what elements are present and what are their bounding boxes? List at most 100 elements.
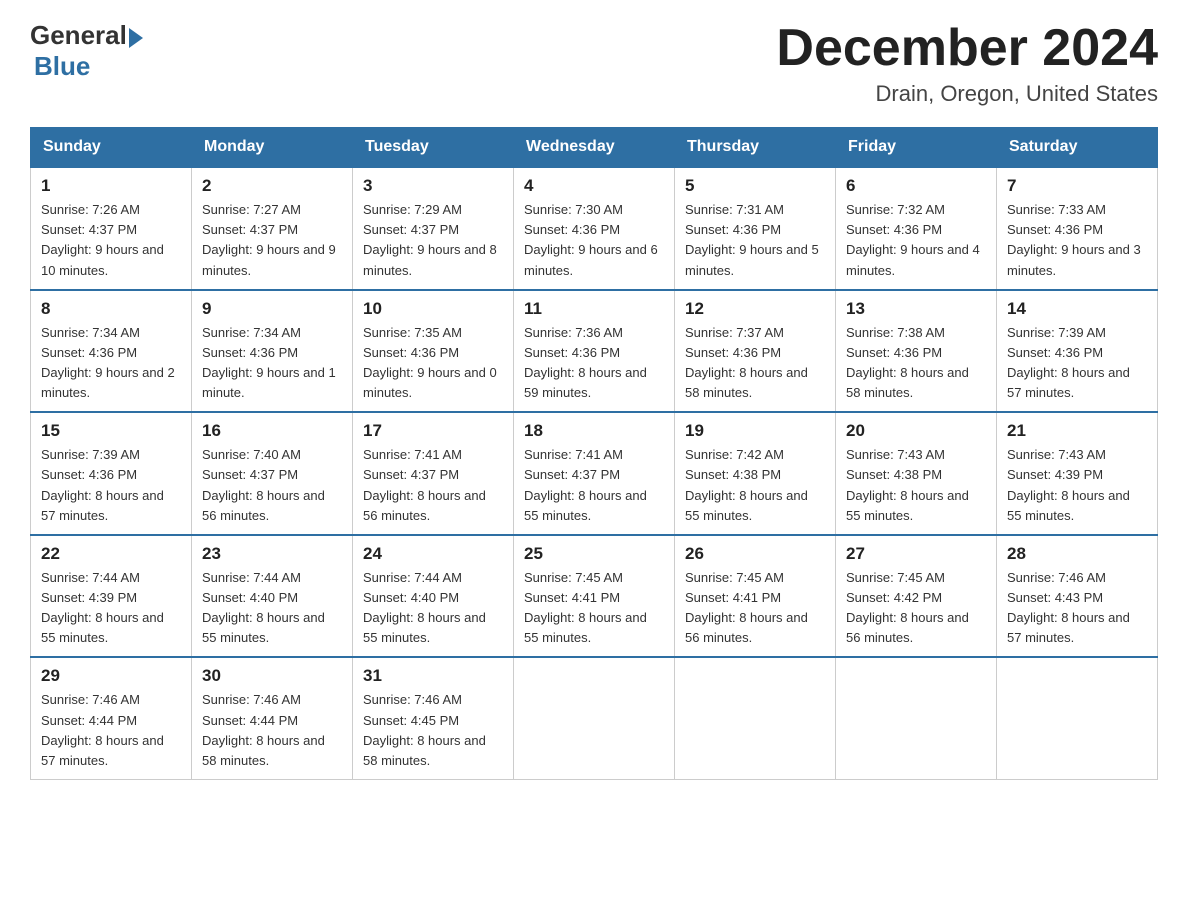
calendar-cell: 20 Sunrise: 7:43 AMSunset: 4:38 PMDayligh… bbox=[836, 412, 997, 535]
calendar-cell: 30 Sunrise: 7:46 AMSunset: 4:44 PMDayligh… bbox=[192, 657, 353, 779]
calendar-cell: 9Sunrise: 7:34 AMSunset: 4:36 PMDaylight… bbox=[192, 290, 353, 413]
day-info: Sunrise: 7:41 AMSunset: 4:37 PMDaylight:… bbox=[524, 445, 664, 526]
calendar-cell: 23 Sunrise: 7:44 AMSunset: 4:40 PMDayligh… bbox=[192, 535, 353, 658]
day-number: 30 bbox=[202, 666, 342, 686]
calendar-cell: 3Sunrise: 7:29 AMSunset: 4:37 PMDaylight… bbox=[353, 167, 514, 290]
col-monday: Monday bbox=[192, 128, 353, 168]
day-number: 17 bbox=[363, 421, 503, 441]
day-info: Sunrise: 7:27 AMSunset: 4:37 PMDaylight:… bbox=[202, 200, 342, 281]
calendar-week-2: 8 Sunrise: 7:34 AMSunset: 4:36 PMDaylight… bbox=[31, 290, 1158, 413]
title-area: December 2024 Drain, Oregon, United Stat… bbox=[776, 20, 1158, 107]
calendar-week-1: 1 Sunrise: 7:26 AMSunset: 4:37 PMDaylight… bbox=[31, 167, 1158, 290]
calendar-cell: 26Sunrise: 7:45 AMSunset: 4:41 PMDayligh… bbox=[675, 535, 836, 658]
day-info: Sunrise: 7:44 AMSunset: 4:40 PMDaylight:… bbox=[363, 568, 503, 649]
calendar-cell: 13Sunrise: 7:38 AMSunset: 4:36 PMDayligh… bbox=[836, 290, 997, 413]
calendar-week-4: 22 Sunrise: 7:44 AMSunset: 4:39 PMDayligh… bbox=[31, 535, 1158, 658]
calendar-cell: 24 Sunrise: 7:44 AMSunset: 4:40 PMDayligh… bbox=[353, 535, 514, 658]
calendar-cell: 2 Sunrise: 7:27 AMSunset: 4:37 PMDaylight… bbox=[192, 167, 353, 290]
page-header: General Blue December 2024 Drain, Oregon… bbox=[30, 20, 1158, 107]
day-info: Sunrise: 7:46 AMSunset: 4:45 PMDaylight:… bbox=[363, 690, 503, 771]
day-info: Sunrise: 7:44 AMSunset: 4:40 PMDaylight:… bbox=[202, 568, 342, 649]
calendar-cell bbox=[514, 657, 675, 779]
day-info: Sunrise: 7:40 AMSunset: 4:37 PMDaylight:… bbox=[202, 445, 342, 526]
day-number: 6 bbox=[846, 176, 986, 196]
day-info: Sunrise: 7:46 AMSunset: 4:43 PMDaylight:… bbox=[1007, 568, 1147, 649]
calendar-week-3: 15 Sunrise: 7:39 AMSunset: 4:36 PMDayligh… bbox=[31, 412, 1158, 535]
day-number: 3 bbox=[363, 176, 503, 196]
day-number: 29 bbox=[41, 666, 181, 686]
day-number: 12 bbox=[685, 299, 825, 319]
calendar-cell: 15 Sunrise: 7:39 AMSunset: 4:36 PMDayligh… bbox=[31, 412, 192, 535]
calendar-cell: 18 Sunrise: 7:41 AMSunset: 4:37 PMDayligh… bbox=[514, 412, 675, 535]
calendar-cell: 10Sunrise: 7:35 AMSunset: 4:36 PMDayligh… bbox=[353, 290, 514, 413]
day-number: 11 bbox=[524, 299, 664, 319]
day-number: 15 bbox=[41, 421, 181, 441]
calendar-cell: 19Sunrise: 7:42 AMSunset: 4:38 PMDayligh… bbox=[675, 412, 836, 535]
calendar-cell: 4 Sunrise: 7:30 AMSunset: 4:36 PMDaylight… bbox=[514, 167, 675, 290]
month-title: December 2024 bbox=[776, 20, 1158, 77]
calendar-cell: 27 Sunrise: 7:45 AMSunset: 4:42 PMDayligh… bbox=[836, 535, 997, 658]
day-info: Sunrise: 7:41 AMSunset: 4:37 PMDaylight:… bbox=[363, 445, 503, 526]
col-thursday: Thursday bbox=[675, 128, 836, 168]
col-tuesday: Tuesday bbox=[353, 128, 514, 168]
day-number: 18 bbox=[524, 421, 664, 441]
calendar-cell: 8 Sunrise: 7:34 AMSunset: 4:36 PMDaylight… bbox=[31, 290, 192, 413]
logo-general-text: General bbox=[30, 20, 127, 51]
calendar-cell: 6 Sunrise: 7:32 AMSunset: 4:36 PMDaylight… bbox=[836, 167, 997, 290]
day-info: Sunrise: 7:45 AMSunset: 4:42 PMDaylight:… bbox=[846, 568, 986, 649]
day-number: 14 bbox=[1007, 299, 1147, 319]
day-number: 4 bbox=[524, 176, 664, 196]
calendar-cell: 22 Sunrise: 7:44 AMSunset: 4:39 PMDayligh… bbox=[31, 535, 192, 658]
day-number: 20 bbox=[846, 421, 986, 441]
calendar-cell: 5 Sunrise: 7:31 AMSunset: 4:36 PMDaylight… bbox=[675, 167, 836, 290]
day-info: Sunrise: 7:43 AMSunset: 4:39 PMDaylight:… bbox=[1007, 445, 1147, 526]
calendar-week-5: 29 Sunrise: 7:46 AMSunset: 4:44 PMDayligh… bbox=[31, 657, 1158, 779]
day-number: 2 bbox=[202, 176, 342, 196]
day-number: 7 bbox=[1007, 176, 1147, 196]
calendar-cell: 16Sunrise: 7:40 AMSunset: 4:37 PMDayligh… bbox=[192, 412, 353, 535]
day-info: Sunrise: 7:39 AMSunset: 4:36 PMDaylight:… bbox=[41, 445, 181, 526]
day-number: 10 bbox=[363, 299, 503, 319]
day-info: Sunrise: 7:39 AMSunset: 4:36 PMDaylight:… bbox=[1007, 323, 1147, 404]
day-info: Sunrise: 7:44 AMSunset: 4:39 PMDaylight:… bbox=[41, 568, 181, 649]
calendar-cell: 7 Sunrise: 7:33 AMSunset: 4:36 PMDaylight… bbox=[997, 167, 1158, 290]
day-number: 27 bbox=[846, 544, 986, 564]
day-number: 23 bbox=[202, 544, 342, 564]
day-number: 22 bbox=[41, 544, 181, 564]
calendar-cell bbox=[675, 657, 836, 779]
day-info: Sunrise: 7:32 AMSunset: 4:36 PMDaylight:… bbox=[846, 200, 986, 281]
day-number: 21 bbox=[1007, 421, 1147, 441]
calendar-cell bbox=[836, 657, 997, 779]
logo-arrow-icon bbox=[129, 28, 143, 48]
col-friday: Friday bbox=[836, 128, 997, 168]
calendar-cell: 14 Sunrise: 7:39 AMSunset: 4:36 PMDayligh… bbox=[997, 290, 1158, 413]
calendar-cell: 11 Sunrise: 7:36 AMSunset: 4:36 PMDayligh… bbox=[514, 290, 675, 413]
logo-blue-text: Blue bbox=[34, 51, 90, 82]
day-number: 24 bbox=[363, 544, 503, 564]
day-number: 9 bbox=[202, 299, 342, 319]
calendar-cell: 25Sunrise: 7:45 AMSunset: 4:41 PMDayligh… bbox=[514, 535, 675, 658]
calendar-cell bbox=[997, 657, 1158, 779]
day-info: Sunrise: 7:30 AMSunset: 4:36 PMDaylight:… bbox=[524, 200, 664, 281]
calendar-cell: 29Sunrise: 7:46 AMSunset: 4:44 PMDayligh… bbox=[31, 657, 192, 779]
day-info: Sunrise: 7:46 AMSunset: 4:44 PMDaylight:… bbox=[202, 690, 342, 771]
day-info: Sunrise: 7:33 AMSunset: 4:36 PMDaylight:… bbox=[1007, 200, 1147, 281]
day-info: Sunrise: 7:31 AMSunset: 4:36 PMDaylight:… bbox=[685, 200, 825, 281]
day-number: 13 bbox=[846, 299, 986, 319]
day-info: Sunrise: 7:43 AMSunset: 4:38 PMDaylight:… bbox=[846, 445, 986, 526]
day-number: 31 bbox=[363, 666, 503, 686]
day-info: Sunrise: 7:34 AMSunset: 4:36 PMDaylight:… bbox=[41, 323, 181, 404]
day-info: Sunrise: 7:42 AMSunset: 4:38 PMDaylight:… bbox=[685, 445, 825, 526]
calendar-cell: 12Sunrise: 7:37 AMSunset: 4:36 PMDayligh… bbox=[675, 290, 836, 413]
day-info: Sunrise: 7:45 AMSunset: 4:41 PMDaylight:… bbox=[524, 568, 664, 649]
day-number: 8 bbox=[41, 299, 181, 319]
calendar-cell: 1 Sunrise: 7:26 AMSunset: 4:37 PMDaylight… bbox=[31, 167, 192, 290]
day-number: 5 bbox=[685, 176, 825, 196]
calendar-cell: 28Sunrise: 7:46 AMSunset: 4:43 PMDayligh… bbox=[997, 535, 1158, 658]
location-subtitle: Drain, Oregon, United States bbox=[776, 81, 1158, 107]
calendar-cell: 31 Sunrise: 7:46 AMSunset: 4:45 PMDayligh… bbox=[353, 657, 514, 779]
day-info: Sunrise: 7:26 AMSunset: 4:37 PMDaylight:… bbox=[41, 200, 181, 281]
day-number: 1 bbox=[41, 176, 181, 196]
calendar-cell: 21 Sunrise: 7:43 AMSunset: 4:39 PMDayligh… bbox=[997, 412, 1158, 535]
day-info: Sunrise: 7:36 AMSunset: 4:36 PMDaylight:… bbox=[524, 323, 664, 404]
